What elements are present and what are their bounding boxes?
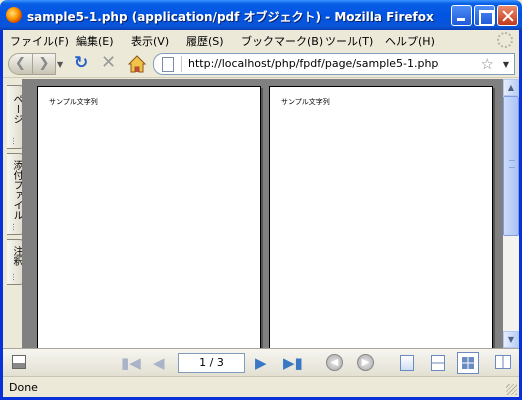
stop-icon[interactable]: ✕ [101, 54, 119, 72]
reload-icon[interactable]: ↻ [74, 54, 92, 72]
navigation-toolbar: ❮ ❯ ▼ ↻ ✕ http://localhost/php/fpdf/page… [3, 50, 519, 78]
tab-grip-icon: … [11, 223, 20, 231]
vertical-scrollbar[interactable]: ▲ ▼ [503, 79, 519, 348]
next-page-icon[interactable]: ▶ [255, 354, 273, 372]
menu-help[interactable]: ヘルプ(H) [385, 33, 435, 49]
menu-history[interactable]: 履歴(S) [186, 33, 224, 49]
zoom-in-icon[interactable]: ▶ [357, 354, 374, 371]
menu-tools[interactable]: ツール(T) [325, 33, 373, 49]
tab-pages-label: ページ [11, 94, 22, 124]
tab-grip-icon: … [11, 137, 20, 145]
scroll-down-icon[interactable]: ▼ [503, 331, 519, 348]
forward-arrow-icon[interactable]: ❯ [32, 53, 56, 75]
tab-annotations-label: 注釈 [11, 246, 22, 266]
last-page-icon[interactable]: ▶▮ [283, 354, 303, 372]
minimize-button[interactable] [451, 5, 472, 26]
menu-file[interactable]: ファイル(F) [10, 33, 69, 49]
menu-edit[interactable]: 編集(E) [76, 33, 114, 49]
single-page-view-icon[interactable] [400, 355, 414, 371]
status-text: Done [9, 381, 38, 394]
menu-bookmarks[interactable]: ブックマーク(B) [241, 33, 323, 49]
menu-bar: ファイル(F) 編集(E) 表示(V) 履歴(S) ブックマーク(B) ツール(… [3, 30, 519, 50]
tab-grip-icon: … [11, 273, 20, 281]
title-bar: sample5-1.php (application/pdf オブジェクト) -… [0, 0, 522, 30]
scroll-grip-icon [509, 160, 515, 168]
star-icon[interactable]: ☆ [481, 55, 494, 73]
address-bar[interactable]: http://localhost/php/fpdf/page/sample5-1… [153, 53, 515, 75]
history-dropdown-icon[interactable]: ▼ [57, 60, 63, 69]
scroll-thumb[interactable] [503, 96, 519, 236]
tab-attachments-label: 添付ファイル [11, 160, 22, 220]
continuous-view-icon[interactable] [431, 355, 445, 371]
back-arrow-icon[interactable]: ❮ [8, 53, 33, 75]
pdf-document-area[interactable]: サンプル文字列 サンプル文字列 [22, 79, 503, 348]
two-page-view-icon[interactable] [457, 352, 479, 374]
previous-page-icon[interactable]: ◀ [153, 354, 171, 372]
first-page-icon[interactable]: ▮◀ [121, 354, 141, 372]
toggle-sidebar-icon[interactable] [12, 355, 26, 369]
pdf-page-1: サンプル文字列 [37, 86, 261, 348]
url-separator [181, 56, 182, 72]
page-2-text: サンプル文字列 [281, 98, 330, 106]
page-1-text: サンプル文字列 [49, 98, 98, 106]
maximize-button[interactable] [474, 5, 495, 26]
facing-view-icon[interactable] [495, 355, 511, 369]
home-icon[interactable] [127, 54, 147, 74]
url-input[interactable]: http://localhost/php/fpdf/page/sample5-1… [188, 57, 438, 70]
resize-grip-icon[interactable] [506, 384, 517, 395]
url-dropdown-icon[interactable]: ▼ [503, 60, 509, 69]
scroll-up-icon[interactable]: ▲ [503, 79, 519, 96]
pdf-toolbar: ▮◀ ◀ 1 / 3 ▶ ▶▮ ◀ ▶ [3, 348, 519, 376]
side-tab-strip: ページ … 添付ファイル … 注釈 … [3, 79, 24, 348]
firefox-logo-icon [6, 7, 22, 23]
throbber-icon [497, 32, 513, 48]
window-title: sample5-1.php (application/pdf オブジェクト) -… [27, 10, 434, 24]
menu-view[interactable]: 表示(V) [131, 33, 169, 49]
zoom-out-icon[interactable]: ◀ [326, 354, 343, 371]
page-number-input[interactable]: 1 / 3 [178, 353, 245, 373]
pdf-page-2: サンプル文字列 [269, 86, 493, 348]
page-icon [162, 57, 174, 72]
close-window-button[interactable] [497, 5, 518, 26]
status-bar: Done [3, 376, 519, 397]
